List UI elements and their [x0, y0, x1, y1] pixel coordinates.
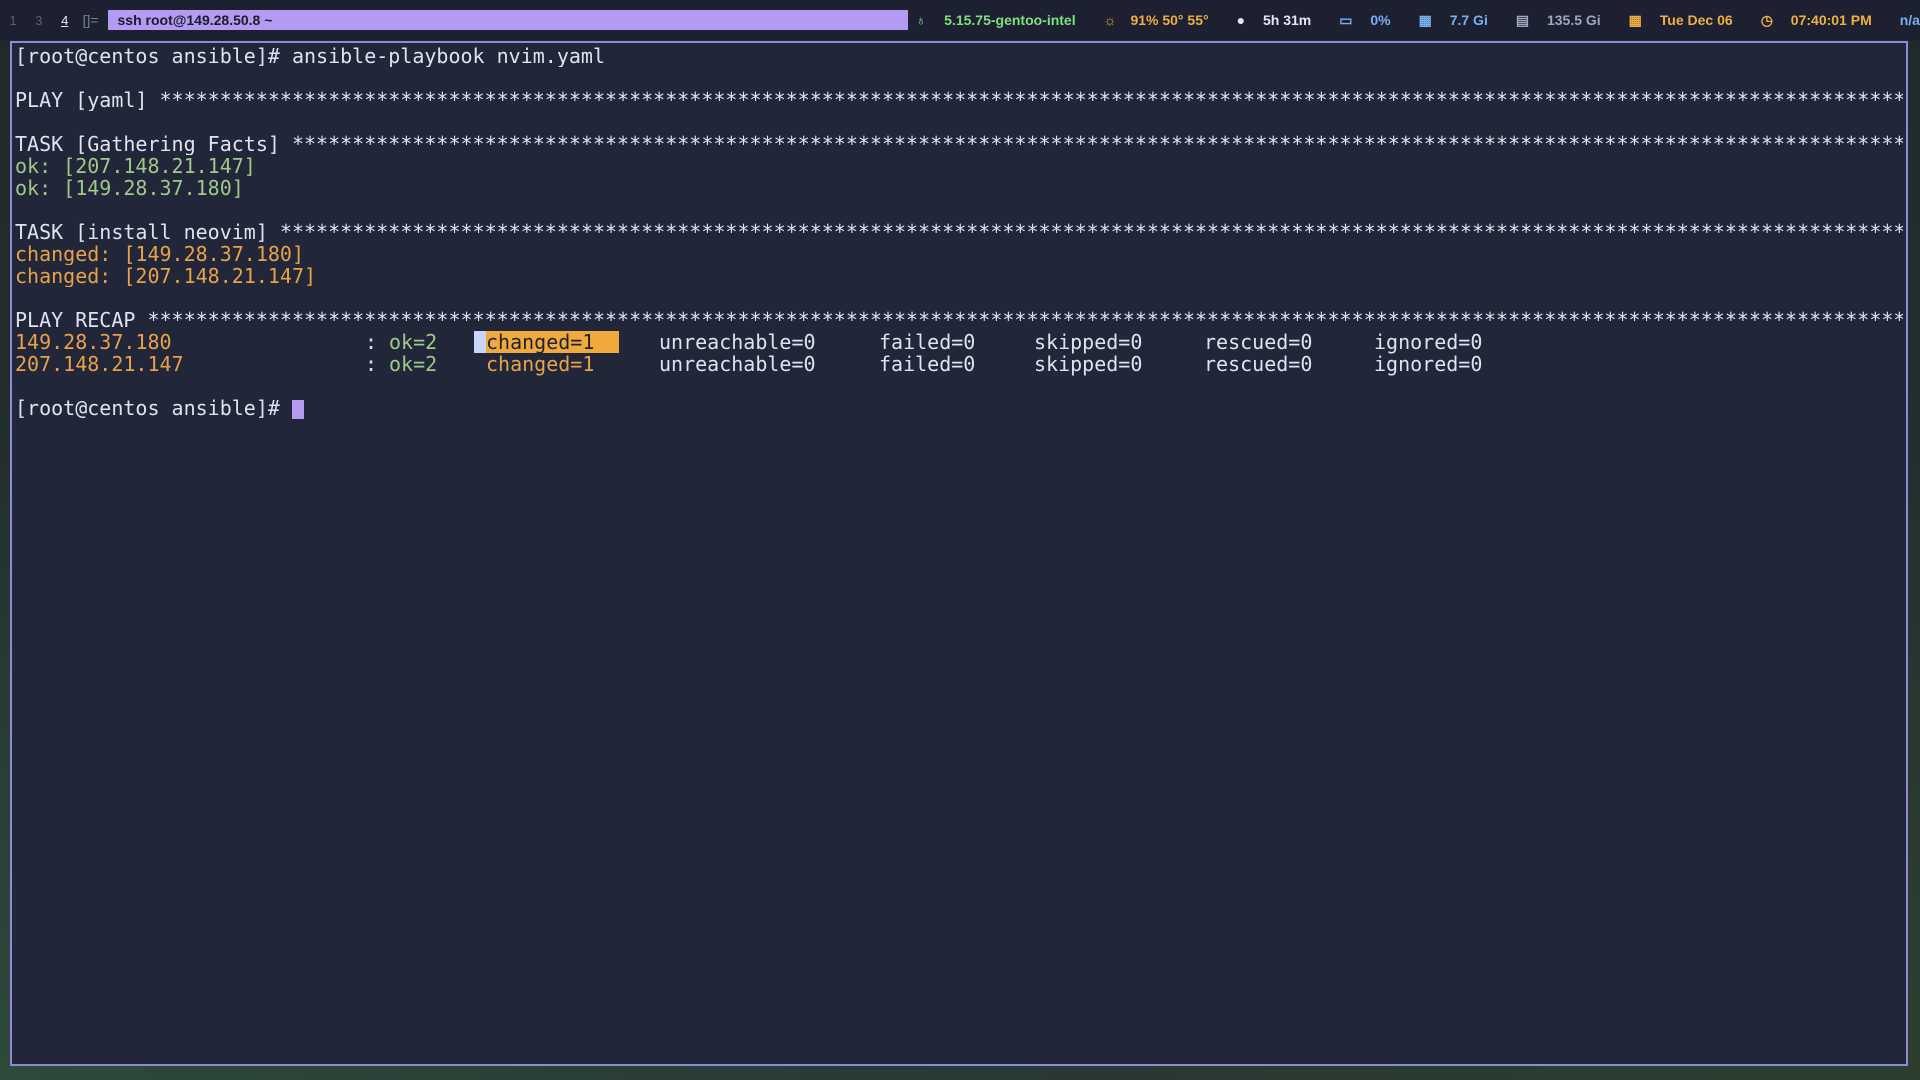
- recap-rescued: rescued=0: [1204, 352, 1313, 376]
- prompt-line[interactable]: [root@centos ansible]#: [15, 397, 1903, 419]
- recap-skipped: skipped=0: [1034, 330, 1143, 354]
- clock-status: ◷ 07:40:01 PM: [1761, 12, 1886, 29]
- play-header: PLAY [yaml] ****************************…: [15, 89, 1903, 111]
- monitor-icon: ▭: [1339, 11, 1353, 28]
- task-result-line: changed: [149.28.37.180]: [15, 243, 304, 265]
- memory-icon: ▦: [1418, 11, 1432, 28]
- recap-ok: ok=2: [389, 330, 438, 354]
- extra-status: n/a: [1899, 12, 1920, 28]
- recap-ignored: ignored=0: [1374, 352, 1483, 376]
- status-modules: ♁ 5.15.75-gentoo-intel ☼ 91% 50° 55° ● 5h…: [916, 12, 1920, 29]
- date-status: ▦ Tue Dec 06: [1629, 12, 1747, 29]
- memory-value: 7.7 Gi: [1449, 11, 1488, 28]
- disk-icon: ▤: [1515, 11, 1530, 28]
- shell-prompt: [root@centos ansible]#: [15, 397, 292, 419]
- memory-status: ▦ 7.7 Gi: [1419, 12, 1502, 29]
- recap-unreachable: unreachable=0: [659, 352, 816, 376]
- date-value: Tue Dec 06: [1659, 11, 1733, 28]
- recap-ignored: ignored=0: [1374, 330, 1483, 354]
- kernel-status: ♁ 5.15.75-gentoo-intel: [916, 12, 1090, 28]
- workspace-tag-1[interactable]: 1: [0, 13, 26, 28]
- kernel-version: 5.15.75-gentoo-intel: [944, 12, 1076, 28]
- time-value: 07:40:01 PM: [1790, 11, 1872, 28]
- task-result-line: ok: [207.148.21.147]: [15, 155, 256, 177]
- recap-rescued: rescued=0: [1204, 330, 1313, 354]
- recap-skipped: skipped=0: [1034, 352, 1143, 376]
- recap-ok: ok=2: [389, 352, 438, 376]
- uptime-icon: ●: [1236, 12, 1246, 28]
- clock-icon: ◷: [1760, 11, 1773, 28]
- recap-separator: :: [365, 352, 378, 376]
- recap-row: 207.148.21.147 : ok=2 changed=1 unreacha…: [15, 353, 1903, 375]
- recap-failed: failed=0: [879, 330, 976, 354]
- linux-icon: ♁: [915, 12, 927, 28]
- temperature-status: ☼ 91% 50° 55°: [1104, 12, 1223, 28]
- cpu-value: 0%: [1370, 11, 1391, 28]
- workspace-tag-3[interactable]: 3: [26, 13, 52, 28]
- uptime-status: ● 5h 31m: [1237, 12, 1326, 28]
- calendar-icon: ▦: [1628, 11, 1642, 28]
- recap-header: PLAY RECAP *****************************…: [15, 309, 1903, 331]
- text-cursor: [291, 399, 304, 419]
- command-line: [root@centos ansible]# ansible-playbook …: [15, 45, 606, 67]
- thermometer-icon: ☼: [1103, 12, 1117, 28]
- workspace-tag-4[interactable]: 4: [52, 13, 78, 28]
- cpu-status: ▭ 0%: [1339, 12, 1404, 29]
- recap-changed-selected[interactable]: changed=1: [474, 331, 619, 353]
- task-result-line: ok: [149.28.37.180]: [15, 177, 244, 199]
- recap-separator: :: [365, 330, 378, 354]
- task-result-line: changed: [207.148.21.147]: [15, 265, 317, 287]
- task-header: TASK [Gathering Facts] *****************…: [15, 133, 1903, 155]
- temperature-values: 91% 50° 55°: [1130, 12, 1209, 28]
- recap-unreachable: unreachable=0: [659, 330, 816, 354]
- recap-row: 149.28.37.180 : ok=2 changed=1 unreachab…: [15, 331, 1903, 353]
- task-header: TASK [install neovim] ******************…: [15, 221, 1903, 243]
- uptime-value: 5h 31m: [1262, 12, 1312, 28]
- window-title: ssh root@149.28.50.8 ~: [107, 10, 908, 30]
- recap-host: 149.28.37.180: [15, 330, 172, 354]
- terminal-window[interactable]: [root@centos ansible]# ansible-playbook …: [10, 41, 1908, 1066]
- status-bar: 1 3 4 []= ssh root@149.28.50.8 ~ ♁ 5.15.…: [0, 0, 1920, 40]
- recap-host: 207.148.21.147: [15, 352, 184, 376]
- layout-tile-icon[interactable]: []=: [78, 12, 104, 28]
- disk-value: 135.5 Gi: [1546, 11, 1601, 28]
- recap-failed: failed=0: [879, 352, 976, 376]
- disk-status: ▤ 135.5 Gi: [1516, 12, 1615, 29]
- recap-changed: changed=1: [486, 352, 595, 376]
